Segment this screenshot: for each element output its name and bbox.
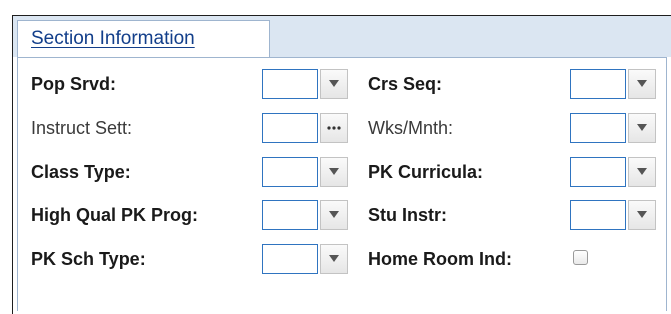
pk-curricula-dropdown-button[interactable] — [628, 157, 656, 187]
high-qual-pk-prog-field[interactable] — [262, 200, 318, 230]
pk-curricula-dropdown[interactable] — [570, 157, 656, 187]
pk-sch-type-dropdown-button[interactable] — [320, 244, 348, 274]
home-room-ind-checkbox[interactable] — [573, 250, 588, 265]
crs-seq-dropdown-button[interactable] — [628, 69, 656, 99]
pop-srvd-label: Pop Srvd: — [31, 74, 117, 94]
ellipsis-icon — [327, 126, 341, 130]
wks-mnth-field[interactable] — [570, 113, 626, 143]
stu-instr-field[interactable] — [570, 200, 626, 230]
class-type-dropdown[interactable] — [262, 157, 348, 187]
section-form: Pop Srvd: Crs Seq: Instruct Sett: Wks/Mn… — [17, 57, 667, 311]
form-row: Pop Srvd: Crs Seq: — [18, 65, 666, 103]
dropdown-arrow-icon — [637, 124, 647, 131]
dropdown-arrow-icon — [329, 255, 339, 262]
form-row: High Qual PK Prog: Stu Instr: — [18, 196, 666, 234]
crs-seq-label: Crs Seq: — [368, 74, 443, 94]
instruct-sett-field[interactable] — [262, 113, 318, 143]
pk-sch-type-field[interactable] — [262, 244, 318, 274]
form-row: PK Sch Type: Home Room Ind: — [18, 240, 666, 278]
section-information-panel: Section Information Pop Srvd: Crs Seq: I… — [12, 15, 671, 314]
instruct-sett-lookup[interactable] — [262, 113, 348, 143]
pk-curricula-field[interactable] — [570, 157, 626, 187]
dropdown-arrow-icon — [637, 211, 647, 218]
stu-instr-dropdown-button[interactable] — [628, 200, 656, 230]
crs-seq-field[interactable] — [570, 69, 626, 99]
pop-srvd-dropdown[interactable] — [262, 69, 348, 99]
wks-mnth-dropdown[interactable] — [570, 113, 656, 143]
pk-sch-type-dropdown[interactable] — [262, 244, 348, 274]
crs-seq-dropdown[interactable] — [570, 69, 656, 99]
class-type-dropdown-button[interactable] — [320, 157, 348, 187]
dropdown-arrow-icon — [637, 80, 647, 87]
pk-curricula-label: PK Curricula: — [368, 162, 484, 182]
form-row: Class Type: PK Curricula: — [18, 153, 666, 191]
pop-srvd-dropdown-button[interactable] — [320, 69, 348, 99]
home-room-ind-label: Home Room Ind: — [368, 249, 512, 269]
dropdown-arrow-icon — [329, 80, 339, 87]
dropdown-arrow-icon — [637, 168, 647, 175]
high-qual-pk-prog-dropdown[interactable] — [262, 200, 348, 230]
instruct-sett-label: Instruct Sett: — [31, 118, 133, 138]
pop-srvd-field[interactable] — [262, 69, 318, 99]
dropdown-arrow-icon — [329, 211, 339, 218]
wks-mnth-dropdown-button[interactable] — [628, 113, 656, 143]
class-type-field[interactable] — [262, 157, 318, 187]
dropdown-arrow-icon — [329, 168, 339, 175]
tab-section-information[interactable]: Section Information — [17, 20, 270, 57]
stu-instr-label: Stu Instr: — [368, 205, 447, 225]
high-qual-pk-prog-dropdown-button[interactable] — [320, 200, 348, 230]
pk-sch-type-label: PK Sch Type: — [31, 249, 146, 269]
high-qual-pk-prog-label: High Qual PK Prog: — [31, 205, 199, 225]
stu-instr-dropdown[interactable] — [570, 200, 656, 230]
class-type-label: Class Type: — [31, 162, 131, 182]
instruct-sett-lookup-button[interactable] — [320, 113, 348, 143]
wks-mnth-label: Wks/Mnth: — [368, 118, 454, 138]
form-row: Instruct Sett: Wks/Mnth: — [18, 109, 666, 147]
